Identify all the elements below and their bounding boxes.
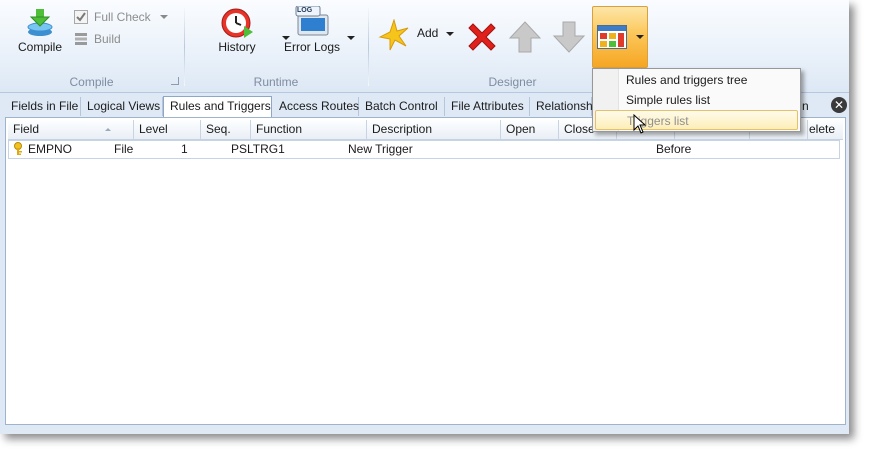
tab-access-routes[interactable]: Access Routes — [273, 97, 359, 116]
column-header-open[interactable]: Open — [501, 120, 559, 139]
compile-group: Compile Full Check Build Compile — [0, 0, 183, 92]
view-layout-button[interactable] — [592, 6, 648, 68]
menu-item-simple-rules-list[interactable]: Simple rules list — [595, 90, 798, 110]
chevron-down-icon[interactable] — [347, 36, 355, 40]
tab-batch-control[interactable]: Batch Control — [359, 97, 445, 116]
compile-icon — [27, 9, 53, 36]
cell-seq: 1 — [181, 142, 188, 156]
dialog-launcher-icon[interactable] — [171, 77, 179, 85]
cell-close — [535, 141, 593, 158]
column-header-seq[interactable]: Seq. — [201, 120, 251, 139]
tab-label: n — [802, 99, 809, 113]
column-header-description[interactable]: Description — [367, 120, 501, 139]
move-down-icon[interactable] — [552, 20, 586, 54]
menu-item-rules-and-triggers-tree[interactable]: Rules and triggers tree — [595, 70, 798, 90]
tab-label: Logical Views — [87, 99, 161, 113]
move-up-icon[interactable] — [508, 20, 542, 54]
tab-label: Access Routes — [279, 99, 360, 113]
checkmark-icon — [74, 10, 88, 24]
tab-rules-and-triggers[interactable]: Rules and Triggers — [163, 96, 272, 117]
menu-item-triggers-list[interactable]: Triggers list — [595, 110, 798, 130]
full-check-label: Full Check — [94, 10, 151, 24]
tab-fields-in-file[interactable]: Fields in File — [5, 97, 81, 116]
delete-icon[interactable] — [465, 20, 499, 54]
tab-label: File Attributes — [451, 99, 524, 113]
application-window: Compile Full Check Build Compile History… — [0, 0, 849, 434]
compile-button[interactable]: Compile — [12, 6, 68, 64]
menu-item-label: Simple rules list — [626, 93, 711, 107]
compile-label: Compile — [17, 40, 62, 54]
column-header-label: Seq. — [206, 122, 231, 136]
mouse-pointer-icon — [633, 114, 647, 134]
history-label: History — [218, 40, 256, 54]
group-separator — [368, 8, 369, 86]
compile-group-label: Compile — [69, 75, 114, 89]
table-row[interactable]: EMPNO File 1 PSLTRG1 New Trigger Before — [8, 140, 840, 159]
runtime-group-label: Runtime — [253, 75, 299, 89]
close-icon[interactable]: ✕ — [831, 97, 847, 113]
column-header-delete[interactable]: elete — [808, 120, 845, 139]
build-button[interactable]: Build — [74, 29, 134, 49]
chevron-down-icon[interactable] — [446, 32, 454, 36]
runtime-group: History LOG Error Logs Runtime — [186, 0, 366, 92]
group-separator — [184, 8, 185, 86]
column-header-label: elete — [809, 122, 836, 136]
column-header-function[interactable]: Function — [251, 120, 367, 139]
chevron-down-icon — [160, 15, 168, 19]
column-header-label: Open — [506, 122, 536, 136]
cell-hidden-1 — [593, 141, 651, 158]
tab-label: Rules and Triggers — [170, 99, 271, 113]
tab-label: Batch Control — [365, 99, 438, 113]
error-logs-button[interactable]: LOG Error Logs — [281, 6, 355, 64]
tab-label: Fields in File — [11, 99, 79, 113]
column-header-label: Field — [13, 122, 40, 136]
tab-relationships[interactable]: Relationsh — [530, 97, 593, 116]
clock-icon — [221, 8, 253, 38]
chevron-down-icon — [636, 35, 644, 39]
cell-function: PSLTRG1 — [231, 142, 285, 156]
column-header-level[interactable]: Level — [134, 120, 201, 139]
cell-description: New Trigger — [348, 142, 413, 156]
build-label: Build — [94, 32, 121, 46]
error-logs-label: Error Logs — [283, 40, 341, 54]
log-badge: LOG — [297, 7, 313, 14]
sort-ascending-icon — [105, 128, 111, 131]
add-button[interactable]: Add — [378, 19, 458, 53]
history-button[interactable]: History — [202, 6, 290, 64]
column-header-field[interactable]: Field — [8, 120, 134, 139]
layout-icon — [597, 25, 627, 49]
tab-label: Relationsh — [536, 99, 593, 113]
sparkle-add-icon — [378, 19, 409, 51]
add-label: Add — [417, 26, 439, 40]
cell-open — [477, 141, 535, 158]
column-header-label: Level — [139, 122, 168, 136]
cell-delete — [784, 141, 839, 158]
full-check-button[interactable]: Full Check — [74, 7, 174, 27]
rules-grid: Field Level Seq. Function Description Op… — [5, 117, 846, 425]
column-header-label: Close — [564, 122, 595, 136]
column-header-label: Function — [256, 122, 303, 136]
tab-logical-views[interactable]: Logical Views — [81, 97, 163, 116]
cell-level: File — [114, 142, 134, 156]
cell-timing: Before — [656, 142, 692, 156]
close-glyph: ✕ — [833, 98, 845, 112]
tab-file-attributes[interactable]: File Attributes — [445, 97, 530, 116]
menu-item-label: Rules and triggers tree — [626, 73, 748, 87]
view-layout-menu: Rules and triggers tree Simple rules lis… — [592, 68, 801, 132]
column-header-label: Description — [372, 122, 433, 136]
cell-hidden-3 — [726, 141, 784, 158]
build-icon — [75, 33, 87, 45]
